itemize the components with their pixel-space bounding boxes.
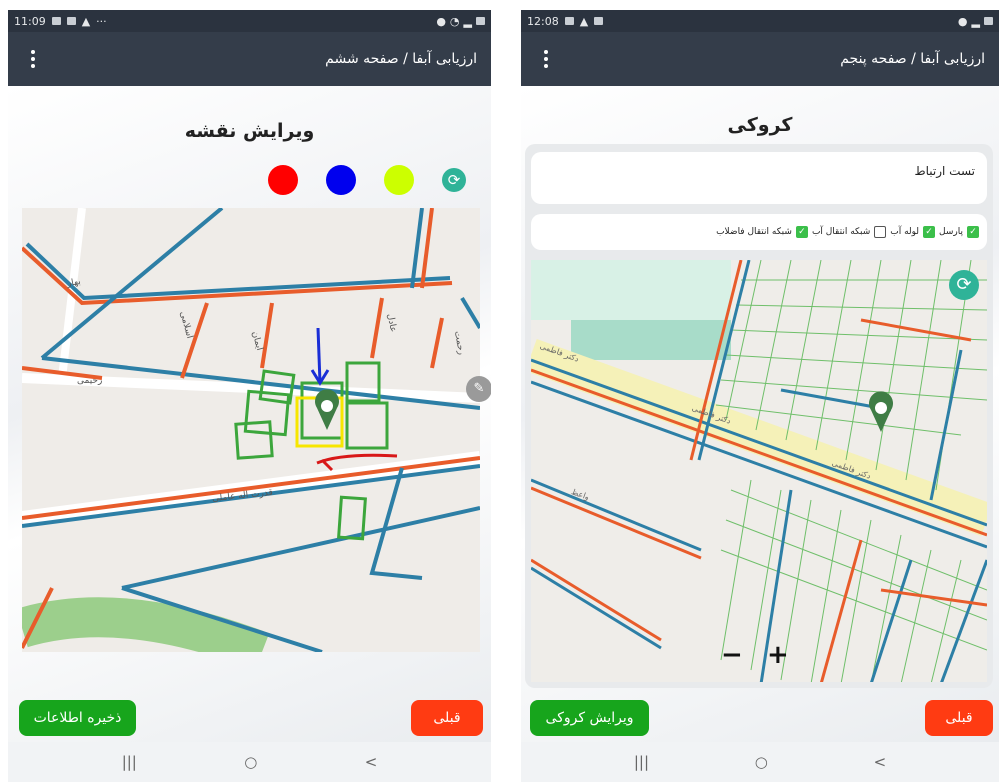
signal-icon: ▂: [971, 14, 980, 28]
location-icon: ●: [436, 14, 446, 28]
battery-icon: [984, 17, 993, 25]
status-time: 11:09: [14, 14, 46, 28]
home-icon[interactable]: ○: [755, 753, 768, 771]
checkbox-sewage-network[interactable]: ✓: [795, 226, 808, 238]
recents-icon[interactable]: |||: [122, 753, 137, 771]
layer-toggles: ✓ پارسل ✓ لوله آب شبکه انتقال آب ✓ شبکه …: [716, 226, 979, 238]
more-menu-icon[interactable]: [537, 47, 555, 71]
gallery-icon: [51, 17, 61, 25]
warning-icon: ▲: [81, 14, 91, 28]
image-icon: [66, 17, 76, 25]
back-icon[interactable]: <: [365, 753, 378, 771]
pencil-icon[interactable]: ✎: [466, 376, 491, 402]
layer-label-sewage-network: شبکه انتقال فاضلاب: [716, 227, 792, 237]
zoom-out-button[interactable]: −: [721, 640, 743, 670]
recents-icon[interactable]: |||: [634, 753, 649, 771]
gallery-icon: [564, 17, 574, 25]
page-content: کروکی تست ارتباط ✓ پارسل ✓ لوله آب شبکه …: [521, 86, 999, 742]
app-bar: ارزیابی آبفا / صفحه پنجم: [521, 32, 999, 86]
page-title: ویرایش نقشه: [184, 120, 315, 142]
refresh-icon[interactable]: ⟳: [949, 270, 979, 300]
checkbox-parcel[interactable]: ✓: [967, 226, 979, 238]
system-nav-bar: ||| ○ <: [8, 742, 491, 782]
note-text: تست ارتباط: [914, 164, 976, 178]
location-icon: ●: [957, 14, 968, 28]
checkbox-water-network[interactable]: [874, 226, 887, 238]
status-time: 12:08: [527, 14, 559, 28]
layer-label-water-network: شبکه انتقال آب: [811, 227, 871, 237]
layers-card: ✓ پارسل ✓ لوله آب شبکه انتقال آب ✓ شبکه …: [531, 214, 987, 250]
edit-sketch-button[interactable]: ویرایش کروکی: [530, 700, 649, 736]
editable-map[interactable]: اسلامی ایمان رحیمی قدرت اله عاملی بهار ع…: [22, 208, 480, 652]
layer-label-parcel: پارسل: [939, 227, 963, 237]
signal-icon: ▂: [463, 14, 472, 28]
page-title: کروکی: [727, 114, 793, 136]
zoom-in-button[interactable]: +: [767, 640, 789, 670]
note-card[interactable]: تست ارتباط: [531, 152, 987, 204]
red-color-swatch[interactable]: [268, 165, 298, 195]
layer-label-water-pipe: لوله آب: [890, 227, 920, 237]
status-bar: 12:08 ▲ ● ▂: [521, 10, 999, 32]
page-content: ویرایش نقشه ⟳ اسلامی ایمان رحیمی قدرت ال…: [8, 86, 491, 742]
app-bar: ارزیابی آبفا / صفحه ششم: [8, 32, 491, 86]
canvas: 11:09 ▲ ··· ● ◔ ▂ ارزیابی آبفا / صفحه شش…: [0, 0, 1001, 782]
previous-button[interactable]: قبلی: [411, 700, 483, 736]
checkbox-water-pipe[interactable]: ✓: [923, 226, 936, 238]
street-label: رحیمی: [77, 376, 103, 386]
app-bar-title: ارزیابی آبفا / صفحه پنجم: [840, 51, 985, 67]
notification-icon: [594, 17, 604, 25]
home-icon[interactable]: ○: [244, 753, 257, 771]
sketch-panel: تست ارتباط ✓ پارسل ✓ لوله آب شبکه انتقال…: [525, 144, 993, 688]
refresh-icon[interactable]: ⟳: [442, 168, 466, 192]
blue-color-swatch[interactable]: [326, 165, 356, 195]
status-bar: 11:09 ▲ ··· ● ◔ ▂: [8, 10, 491, 32]
warning-icon: ▲: [579, 14, 589, 28]
phone-screen-sketch: 12:08 ▲ ● ▂ ارزیابی آبفا / صفحه پنجم کرو…: [521, 10, 999, 782]
yellow-color-swatch[interactable]: [384, 165, 414, 195]
sketch-map[interactable]: ⟳ دکتر فاطمی دکتر فاطمی دکتر فاطمی واعظ …: [531, 260, 987, 682]
phone-screen-map-editor: 11:09 ▲ ··· ● ◔ ▂ ارزیابی آبفا / صفحه شش…: [8, 10, 491, 782]
more-menu-icon[interactable]: [24, 47, 42, 71]
battery-icon: [476, 17, 485, 25]
status-overflow: ···: [96, 14, 107, 28]
system-nav-bar: ||| ○ <: [521, 742, 999, 782]
wifi-icon: ◔: [449, 14, 460, 28]
app-bar-title: ارزیابی آبفا / صفحه ششم: [325, 51, 477, 67]
back-icon[interactable]: <: [874, 753, 887, 771]
previous-button[interactable]: قبلی: [925, 700, 993, 736]
save-data-button[interactable]: ذخیره اطلاعات: [19, 700, 136, 736]
